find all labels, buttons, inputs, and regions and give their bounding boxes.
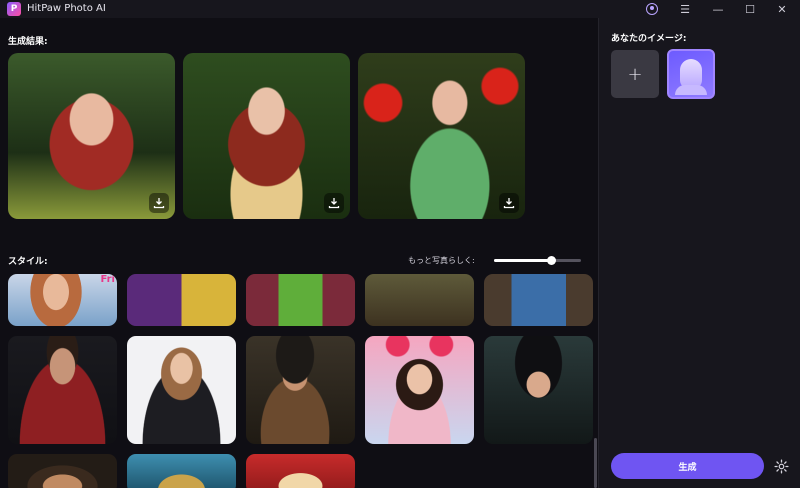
style-card-pirate[interactable] <box>246 336 355 444</box>
scrollbar[interactable] <box>594 438 597 488</box>
avatar-silhouette-icon <box>675 59 707 95</box>
style-card-magazine[interactable]: Fri <box>8 274 117 326</box>
style-card-business-woman[interactable] <box>127 336 236 444</box>
style-card-denim[interactable] <box>484 274 593 326</box>
result-image-3[interactable] <box>358 53 525 219</box>
realism-label: もっと写真らしく: <box>408 256 475 265</box>
title-bar: P HitPaw Photo AI ☰ — ☐ ✕ <box>0 0 800 18</box>
your-image-label: あなたのイメージ: <box>611 34 687 44</box>
download-icon[interactable] <box>149 193 169 213</box>
app-logo: P <box>7 2 21 16</box>
result-image-2[interactable] <box>183 53 350 219</box>
style-card-row3-3[interactable] <box>246 454 355 488</box>
result-image-1[interactable] <box>8 53 175 219</box>
uploaded-avatar[interactable] <box>667 49 715 99</box>
style-card-suit-red[interactable] <box>8 336 117 444</box>
style-card-row3-2[interactable] <box>127 454 236 488</box>
menu-icon[interactable]: ☰ <box>670 0 700 18</box>
slider-thumb[interactable] <box>546 256 556 265</box>
results-label: 生成結果: <box>8 37 48 47</box>
style-card-leather[interactable] <box>365 274 474 326</box>
style-card-minnie[interactable] <box>365 336 474 444</box>
realism-slider[interactable] <box>494 256 581 265</box>
style-card-portrait <box>26 274 86 326</box>
add-image-button[interactable]: + <box>611 50 659 98</box>
close-icon[interactable]: ✕ <box>767 0 797 18</box>
style-grid: Fri <box>8 274 594 488</box>
style-card-text: Fri <box>100 274 115 285</box>
download-icon[interactable] <box>324 193 344 213</box>
account-icon[interactable] <box>637 0 667 18</box>
style-card-row3-1[interactable] <box>8 454 117 488</box>
download-icon[interactable] <box>499 193 519 213</box>
app-title: HitPaw Photo AI <box>27 3 106 14</box>
slider-fill <box>494 259 551 262</box>
results-panel: 生成結果: スタイル: もっと写真らしく: Fri <box>0 18 598 488</box>
style-card-joker-green[interactable] <box>246 274 355 326</box>
maximize-icon[interactable]: ☐ <box>735 0 765 18</box>
generate-button[interactable]: 生成 <box>611 453 764 479</box>
style-card-joker-purple[interactable] <box>127 274 236 326</box>
style-label: スタイル: <box>8 257 48 267</box>
minimize-icon[interactable]: — <box>703 0 733 18</box>
style-card-maleficent[interactable] <box>484 336 593 444</box>
gear-icon[interactable] <box>772 457 790 475</box>
input-panel: あなたのイメージ: + 生成 <box>598 18 800 488</box>
